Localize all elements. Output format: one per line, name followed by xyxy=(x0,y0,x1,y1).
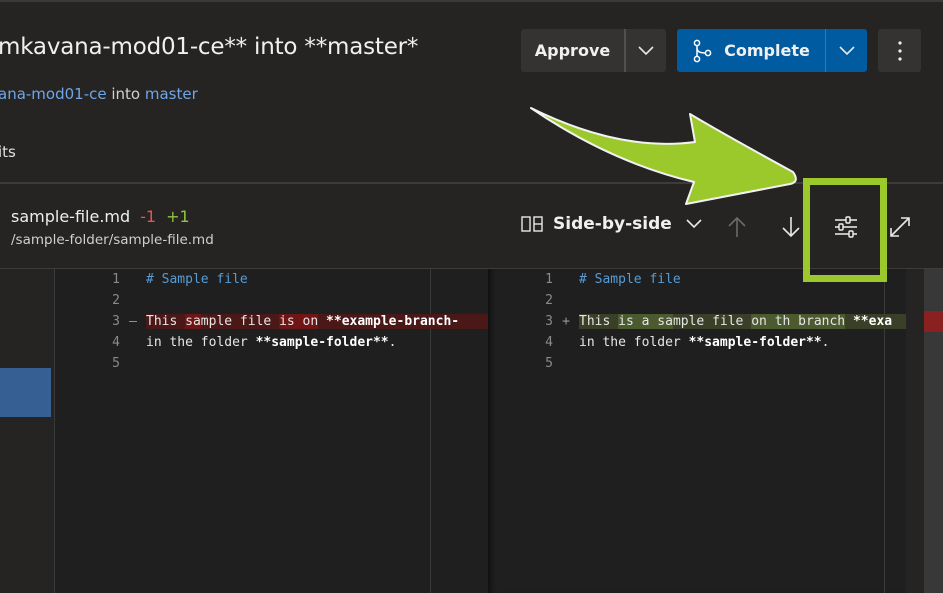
line-number: 1 xyxy=(112,272,120,287)
code-line: 4 in the folder **sample-folder**. xyxy=(55,332,488,353)
line-text: This sample file is on **example-branch- xyxy=(146,314,488,329)
tab-commits[interactable]: its xyxy=(0,143,16,161)
more-actions-button[interactable] xyxy=(878,29,921,72)
chevron-down-icon xyxy=(638,45,654,55)
chevron-down-icon xyxy=(838,45,855,55)
pull-request-diff-view: mkavana-mod01-ce** into **master* ana-mo… xyxy=(0,0,943,593)
diff-pane-original: 1 # Sample file 2 3 — This sample file i… xyxy=(55,269,488,593)
target-branch-link[interactable]: master xyxy=(145,85,198,103)
line-text: This is a sample file on th branch **exa xyxy=(579,314,906,329)
code-line: 1 # Sample file xyxy=(488,269,906,290)
approve-button-group: Approve xyxy=(521,29,666,72)
line-number: 2 xyxy=(112,293,120,308)
code-line: 2 xyxy=(488,290,906,311)
line-number: 2 xyxy=(545,293,553,308)
file-tree-panel xyxy=(0,269,55,593)
code-line: 2 xyxy=(55,290,488,311)
line-number: 3 xyxy=(112,314,120,329)
subtitle-into: into xyxy=(106,85,145,103)
settings-sliders-icon xyxy=(835,216,857,238)
line-number: 4 xyxy=(545,335,553,350)
line-number: 5 xyxy=(112,356,120,371)
more-vertical-icon xyxy=(897,40,902,61)
deleted-line: 3 — This sample file is on **example-bra… xyxy=(55,311,488,332)
line-text: # Sample file xyxy=(579,272,681,287)
line-number: 5 xyxy=(545,356,553,371)
side-by-side-icon xyxy=(521,216,543,232)
diff-settings-button[interactable] xyxy=(831,212,861,242)
approve-options-button[interactable] xyxy=(624,29,666,72)
arrow-up-icon xyxy=(728,216,746,237)
view-mode-label: Side-by-side xyxy=(553,214,672,234)
file-name[interactable]: sample-file.md xyxy=(11,207,130,226)
branch-merge-icon xyxy=(693,39,712,62)
pull-request-subtitle: ana-mod01-ce into master xyxy=(0,85,198,103)
file-tree-selected-item[interactable] xyxy=(0,368,51,417)
line-number: 1 xyxy=(545,272,553,287)
diff-pane-modified: 1 # Sample file 2 3 + This is a sample f… xyxy=(488,269,906,593)
pull-request-title: mkavana-mod01-ce** into **master* xyxy=(0,34,419,60)
chevron-down-icon xyxy=(686,219,702,229)
complete-label: Complete xyxy=(724,41,810,60)
next-change-button[interactable] xyxy=(776,212,806,242)
view-mode-dropdown[interactable]: Side-by-side xyxy=(521,214,702,234)
added-line: 3 + This is a sample file on th branch *… xyxy=(488,311,906,332)
code-line: 5 xyxy=(488,353,906,374)
line-text: in the folder **sample-folder**. xyxy=(579,335,830,350)
code-line: 4 in the folder **sample-folder**. xyxy=(488,332,906,353)
previous-change-button[interactable] xyxy=(722,212,752,242)
overview-change-marker xyxy=(924,311,943,332)
addition-count: +1 xyxy=(166,207,190,226)
complete-button[interactable]: Complete xyxy=(677,29,825,72)
line-text: # Sample file xyxy=(146,272,248,287)
code-line: 5 xyxy=(55,353,488,374)
line-number: 3 xyxy=(545,314,553,329)
complete-options-button[interactable] xyxy=(825,29,867,72)
file-name-row: sample-file.md -1 +1 xyxy=(11,207,190,226)
line-text: in the folder **sample-folder**. xyxy=(146,335,397,350)
expand-button[interactable] xyxy=(885,212,915,242)
file-path: /sample-folder/sample-file.md xyxy=(11,232,214,248)
addition-marker: + xyxy=(562,314,570,329)
approve-button[interactable]: Approve xyxy=(521,29,624,72)
source-branch-link[interactable]: ana-mod01-ce xyxy=(0,85,107,103)
header-divider xyxy=(0,182,943,184)
line-number: 4 xyxy=(112,335,120,350)
arrow-down-icon xyxy=(782,217,800,238)
code-line: 1 # Sample file xyxy=(55,269,488,290)
complete-button-group: Complete xyxy=(677,29,867,72)
deletion-marker: — xyxy=(129,314,137,329)
expand-icon xyxy=(890,217,910,237)
deletion-count: -1 xyxy=(140,207,157,226)
